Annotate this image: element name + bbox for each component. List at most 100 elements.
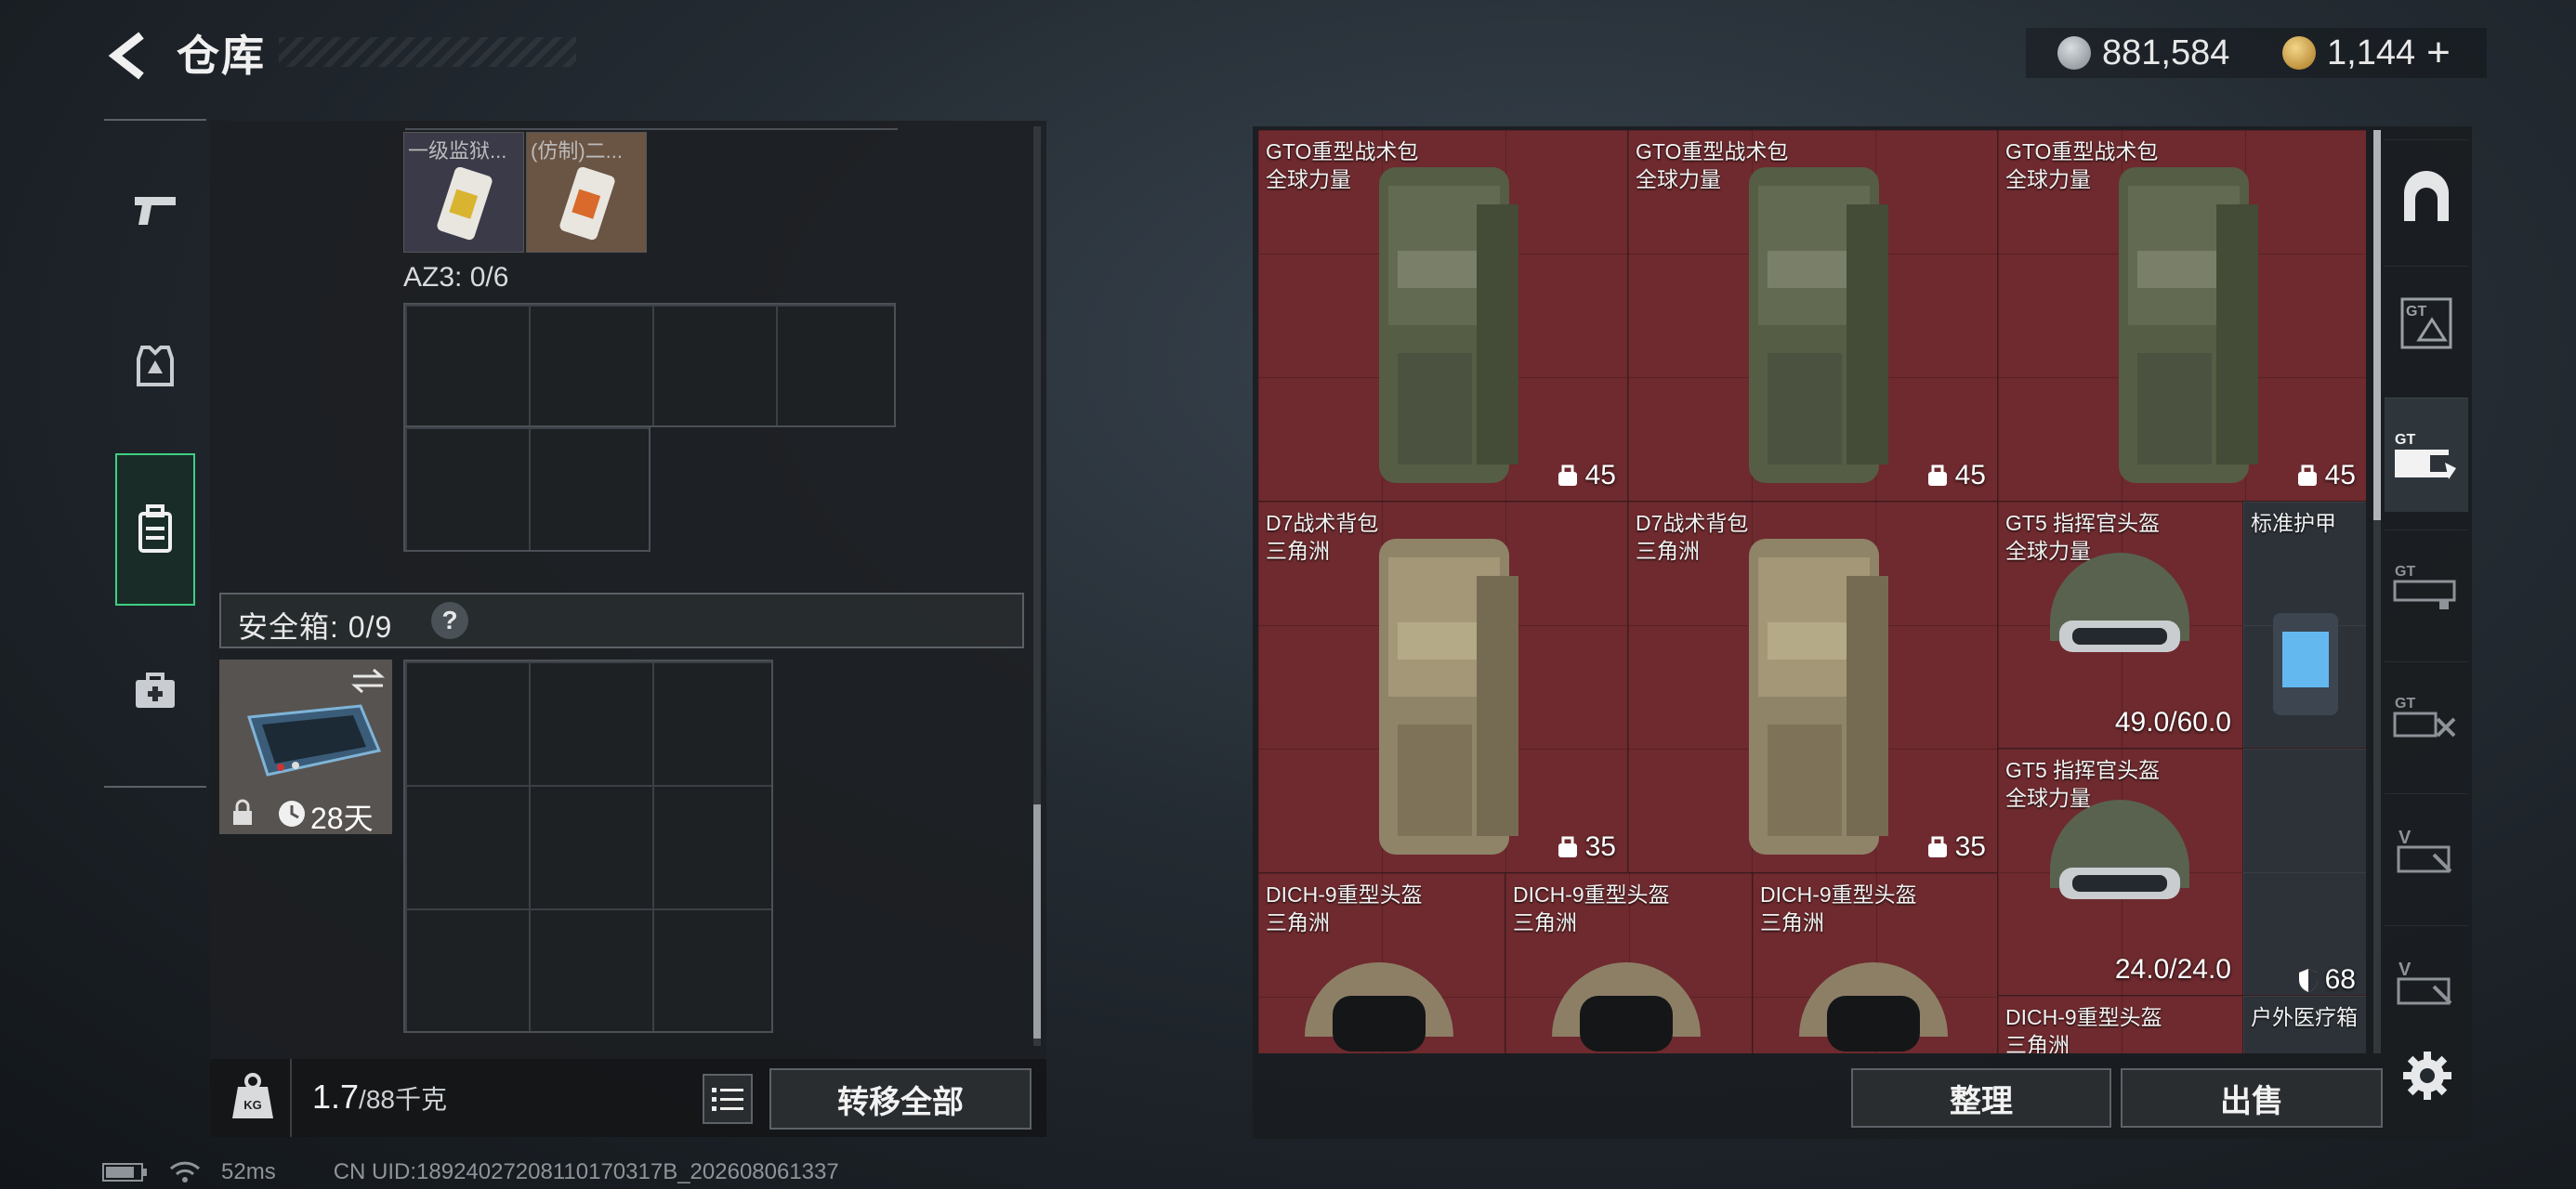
weight-current: 1.7 — [312, 1078, 360, 1116]
capacity-icon — [1557, 464, 1577, 486]
backpack-image — [2119, 167, 2258, 483]
v-box-icon: V — [2397, 960, 2452, 1005]
az3-grid-row1[interactable] — [403, 303, 896, 427]
medkit-icon — [136, 673, 175, 708]
list-view-button[interactable] — [703, 1074, 753, 1124]
item-slot[interactable]: DICH-9重型头盔 三角洲 — [1505, 873, 1753, 1053]
capacity-icon — [2297, 464, 2317, 486]
stash-tab-5[interactable]: GT — [2385, 661, 2468, 776]
gold-coin-icon — [2282, 36, 2316, 70]
stash-tab-6[interactable]: V — [2385, 793, 2468, 908]
item-name: 标准护甲 — [2251, 511, 2336, 535]
item-name: 一级监狱... — [408, 139, 507, 163]
safe-case-icon — [247, 704, 382, 777]
stash-tab-7[interactable]: V — [2385, 925, 2468, 1039]
back-arrow-icon — [108, 32, 144, 80]
armor-value: 68 — [2324, 964, 2356, 995]
v-box-icon: V — [2397, 828, 2452, 873]
svg-text:V: V — [2399, 960, 2412, 980]
svg-text:GT: GT — [2406, 304, 2426, 320]
gt-tools-icon: GT — [2393, 696, 2456, 738]
left-scroll-thumb[interactable] — [1033, 804, 1041, 1039]
item-name: GT5 指挥官头盔 — [2005, 511, 2161, 535]
stash-tab-3[interactable]: GT — [2385, 398, 2468, 512]
az3-grid-row2[interactable] — [403, 425, 651, 552]
helmet-image — [2050, 553, 2189, 652]
svg-text:GT: GT — [2395, 432, 2415, 448]
help-icon[interactable]: ? — [431, 602, 468, 639]
item-slot[interactable]: GT5 指挥官头盔 全球力量 49.0/60.0 — [1998, 502, 2243, 749]
stash-tab-1[interactable] — [2385, 139, 2468, 254]
stash-grid: GTO重型战术包 全球力量 45 GTO重型战术包 全球力量 45 GTO重型战… — [1258, 130, 2366, 1053]
gold-amount: 1,144 — [2327, 33, 2416, 72]
item-name: (仿制)二... — [531, 139, 623, 163]
wifi-icon — [169, 1161, 201, 1182]
item-slot[interactable]: D7战术背包 三角洲 35 — [1258, 502, 1628, 873]
back-button[interactable] — [104, 28, 151, 84]
status-bar: 52ms CN UID:18924027208110170317B_202608… — [102, 1159, 839, 1185]
category-armor[interactable] — [115, 312, 195, 420]
silver-amount: 881,584 — [2102, 33, 2230, 72]
svg-text:V: V — [2399, 828, 2412, 848]
category-backpack[interactable] — [115, 453, 195, 606]
backpack-image — [1379, 539, 1518, 855]
pistol-icon — [135, 197, 176, 225]
category-medical[interactable] — [115, 637, 195, 745]
safe-case-duration: 28天 — [310, 802, 374, 835]
silver-coin-icon — [2057, 36, 2091, 70]
backpack-icon — [138, 504, 172, 553]
backpack-image — [1379, 167, 1518, 483]
stash-tab-4[interactable]: GT — [2385, 529, 2468, 644]
item-slot[interactable]: D7战术背包 三角洲 35 — [1628, 502, 1998, 873]
item-slot[interactable]: 标准护甲 — [2243, 502, 2366, 749]
category-weapons[interactable] — [115, 156, 195, 264]
uid-text: CN UID:18924027208110170317B_20260806133… — [333, 1159, 839, 1184]
item-slot[interactable]: GTO重型战术包 全球力量 45 — [1628, 130, 1998, 502]
safe-box-header: 安全箱: 0/9 ? — [219, 593, 1024, 648]
item-slot[interactable]: DICH-9重型头盔 三角洲 — [1998, 996, 2243, 1053]
item-capacity: 45 — [1556, 460, 1616, 491]
item-slot[interactable]: GT5 指挥官头盔 全球力量 24.0/24.0 — [1998, 749, 2243, 996]
item-capacity: 35 — [1925, 831, 1986, 863]
item-slot[interactable]: DICH-9重型头盔 三角洲 — [1753, 873, 1998, 1053]
settings-button[interactable] — [2401, 1050, 2453, 1102]
item-name: GT5 指挥官头盔 — [2005, 758, 2161, 782]
weight-capacity: /88千克 — [359, 1085, 447, 1114]
item-name: DICH-9重型头盔 — [1760, 882, 1917, 907]
list-icon — [712, 1088, 743, 1111]
helmet-image — [2050, 800, 2189, 899]
capacity-value: 45 — [2324, 460, 2356, 490]
item-slot[interactable]: GTO重型战术包 全球力量 45 — [1998, 130, 2366, 502]
item-card[interactable]: (仿制)二... — [526, 132, 647, 253]
capacity-value: 35 — [1584, 831, 1616, 862]
sort-button[interactable]: 整理 — [1851, 1068, 2111, 1128]
item-durability: 49.0/60.0 — [2114, 707, 2231, 738]
add-currency-icon[interactable]: + — [2426, 30, 2451, 76]
safe-box-grid[interactable] — [403, 660, 773, 1033]
item-name: 户外医疗箱 — [2251, 1005, 2358, 1029]
swap-icon[interactable] — [349, 667, 387, 695]
lock-icon — [233, 799, 252, 825]
transfer-all-button[interactable]: 转移全部 — [769, 1068, 1032, 1130]
item-capacity: 35 — [1556, 831, 1616, 863]
safe-case-item[interactable]: 28天 — [219, 660, 392, 835]
keycard-icon — [437, 166, 493, 241]
svg-text:GT: GT — [2395, 696, 2415, 712]
clock-icon — [279, 801, 305, 827]
item-slot[interactable]: GTO重型战术包 全球力量 45 — [1258, 130, 1628, 502]
item-slot[interactable]: 68 — [2243, 749, 2366, 996]
stash-tab-2[interactable]: GT — [2385, 266, 2468, 380]
sell-button[interactable]: 出售 — [2121, 1068, 2383, 1128]
item-card[interactable]: 一级监狱... — [403, 132, 524, 253]
gold-currency[interactable]: 1,144 + — [2282, 28, 2451, 78]
safe-box-label: 安全箱: 0/9 — [238, 610, 393, 644]
gear-icon — [2403, 1052, 2451, 1100]
right-scroll-thumb[interactable] — [2373, 130, 2381, 520]
item-faction: 全球力量 — [2005, 167, 2091, 191]
item-slot[interactable]: DICH-9重型头盔 三角洲 — [1258, 873, 1505, 1053]
item-slot[interactable]: 户外医疗箱 — [2243, 996, 2366, 1053]
title-decoration — [279, 37, 576, 67]
item-faction: 三角洲 — [2005, 1033, 2070, 1053]
item-armor-value: 68 — [2297, 964, 2356, 995]
helmet-image — [1552, 962, 1701, 1052]
